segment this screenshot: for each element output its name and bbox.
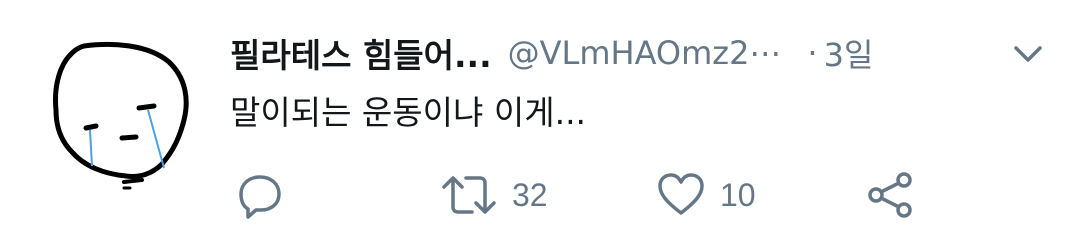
user-handle[interactable]: @VLmHAOmz2⋯ (508, 34, 782, 72)
separator-dot: · (807, 34, 818, 72)
retweet-count: 32 (512, 176, 548, 213)
reply-button[interactable] (236, 170, 284, 220)
tweet-text: 말이되는 운동이냐 이게... (230, 93, 587, 132)
like-count: 10 (720, 176, 756, 213)
share-button[interactable] (866, 170, 916, 220)
like-button[interactable]: 10 (656, 170, 756, 220)
heart-icon (658, 173, 704, 215)
share-icon (868, 172, 912, 218)
retweet-button[interactable]: 32 (440, 170, 548, 220)
tweet-menu-button[interactable] (1008, 36, 1048, 72)
tweet-card[interactable]: 필라테스 힘들어... @VLmHAOmz2⋯ · 3일 말이되는 운동이냐 이… (0, 0, 1079, 250)
timestamp[interactable]: 3일 (824, 30, 874, 76)
display-name[interactable]: 필라테스 힘들어... (230, 29, 492, 77)
tweet-header: 필라테스 힘들어... @VLmHAOmz2⋯ · 3일 (230, 28, 873, 78)
reply-icon (239, 175, 281, 219)
retweet-icon (442, 176, 496, 214)
chevron-down-icon (1014, 46, 1042, 62)
tweet-actions: 32 10 (0, 160, 1079, 230)
